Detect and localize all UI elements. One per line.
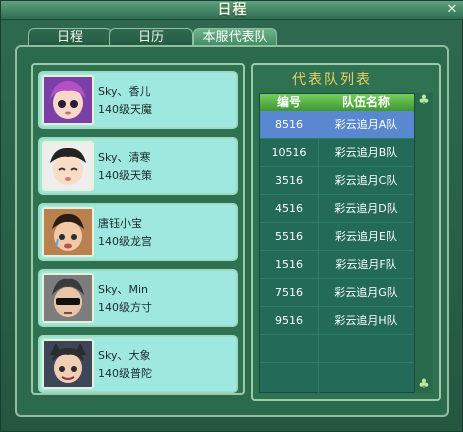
team-id: 8516 bbox=[275, 118, 303, 131]
member-card[interactable]: Sky、香儿 140级天魔 bbox=[38, 71, 238, 129]
member-card[interactable]: Sky、大象 140级普陀 bbox=[38, 335, 238, 393]
table-row[interactable]: 3516 彩云追月C队 bbox=[260, 167, 414, 195]
team-id: 7516 bbox=[275, 286, 303, 299]
team-list-title: 代表队列表 bbox=[292, 72, 372, 88]
title-bar[interactable]: 日程 ✕ bbox=[1, 1, 463, 20]
team-name: 彩云追月C队 bbox=[334, 174, 398, 187]
team-id: 4516 bbox=[275, 202, 303, 215]
header-team-name: 队伍名称 bbox=[341, 95, 390, 109]
team-name: 彩云追月A队 bbox=[334, 118, 398, 131]
member-level: 140级龙宫 bbox=[98, 235, 152, 248]
member-level: 140级方寸 bbox=[98, 301, 152, 314]
member-level: 140级天策 bbox=[98, 169, 152, 182]
table-row[interactable]: 5516 彩云追月E队 bbox=[260, 223, 414, 251]
member-level: 140级普陀 bbox=[98, 367, 152, 380]
member-name: 唐钰小宝 bbox=[98, 217, 142, 230]
team-id: 9516 bbox=[275, 314, 303, 327]
team-name: 彩云追月D队 bbox=[334, 202, 398, 215]
table-row[interactable]: 10516 彩云追月B队 bbox=[260, 139, 414, 167]
table-header: 编号 队伍名称 bbox=[260, 94, 414, 111]
table-row[interactable]: 4516 彩云追月D队 bbox=[260, 195, 414, 223]
team-table: 编号 队伍名称 8516 彩云追月A队 10516 彩云追月B队 3516 彩云… bbox=[259, 93, 415, 393]
team-name: 彩云追月B队 bbox=[334, 146, 398, 159]
table-row[interactable]: 8516 彩云追月A队 bbox=[260, 111, 414, 139]
calendar-window: 日程 ✕ 日程 日历 本服代表队 Sky、香儿 140级天魔 Sky、清寒 14… bbox=[0, 0, 463, 432]
team-id: 5516 bbox=[275, 230, 303, 243]
tab-server-team[interactable]: 本服代表队 bbox=[193, 28, 277, 46]
team-name: 彩云追月G队 bbox=[334, 286, 398, 299]
scrollbar[interactable]: ♣ ♣ bbox=[415, 93, 433, 393]
team-name: 彩云追月E队 bbox=[335, 230, 397, 243]
team-id: 1516 bbox=[275, 258, 303, 271]
member-level: 140级天魔 bbox=[98, 103, 152, 116]
member-card[interactable]: Sky、清寒 140级天策 bbox=[38, 137, 238, 195]
member-name: Sky、Min bbox=[98, 283, 148, 296]
avatar bbox=[42, 273, 94, 323]
tab-calendar[interactable]: 日历 bbox=[109, 28, 193, 46]
header-id: 编号 bbox=[276, 95, 301, 109]
member-card[interactable]: 唐钰小宝 140级龙宫 bbox=[38, 203, 238, 261]
team-name: 彩云追月F队 bbox=[335, 258, 397, 271]
member-name: Sky、香儿 bbox=[98, 85, 151, 98]
tab-schedule[interactable]: 日程 bbox=[28, 28, 112, 46]
table-row-empty bbox=[260, 335, 414, 363]
team-id: 3516 bbox=[275, 174, 303, 187]
team-id: 10516 bbox=[271, 146, 307, 159]
avatar bbox=[42, 207, 94, 257]
close-icon[interactable]: ✕ bbox=[444, 2, 460, 18]
member-card[interactable]: Sky、Min 140级方寸 bbox=[38, 269, 238, 327]
table-row[interactable]: 9516 彩云追月H队 bbox=[260, 307, 414, 335]
table-row[interactable]: 1516 彩云追月F队 bbox=[260, 251, 414, 279]
clover-up-icon[interactable]: ♣ bbox=[415, 93, 433, 109]
member-name: Sky、大象 bbox=[98, 349, 151, 362]
table-row-empty bbox=[260, 363, 414, 390]
table-row[interactable]: 7516 彩云追月G队 bbox=[260, 279, 414, 307]
clover-down-icon[interactable]: ♣ bbox=[415, 377, 433, 393]
member-name: Sky、清寒 bbox=[98, 151, 151, 164]
window-title: 日程 bbox=[217, 2, 248, 18]
avatar bbox=[42, 75, 94, 125]
avatar bbox=[42, 339, 94, 389]
team-name: 彩云追月H队 bbox=[334, 314, 398, 327]
avatar bbox=[42, 141, 94, 191]
